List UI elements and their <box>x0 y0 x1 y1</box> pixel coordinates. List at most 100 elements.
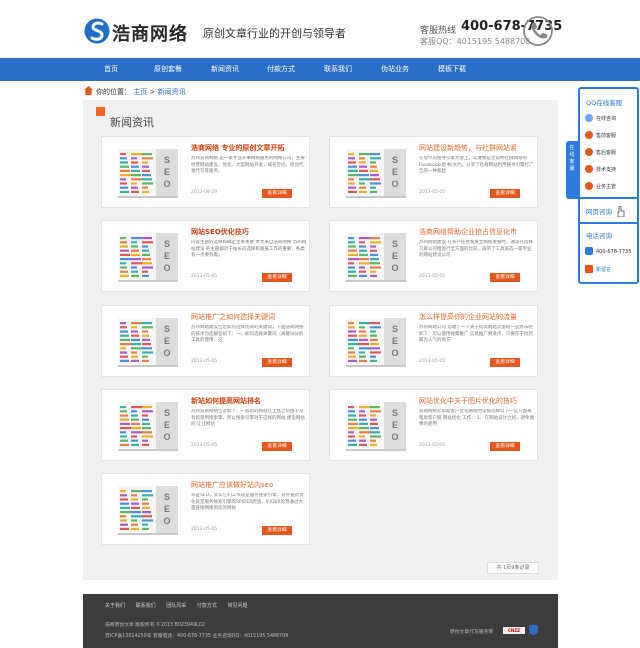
nav-item-packages[interactable]: 原创套餐 <box>146 58 190 81</box>
news-card[interactable]: S E O 怎么样提高你的企业网站的流量 苏州网站公司 您收了一下关于提高网站流… <box>329 305 538 377</box>
shield-icon[interactable] <box>529 625 538 635</box>
view-detail-button[interactable]: 查看详细 <box>262 442 292 451</box>
phone-icon <box>585 247 593 255</box>
svg-text:E: E <box>392 167 398 177</box>
view-detail-button[interactable]: 查看详细 <box>490 442 520 451</box>
footer-link-payment[interactable]: 付款方式 <box>197 603 217 609</box>
qq-avatar-icon <box>585 165 593 173</box>
view-detail-button[interactable]: 查看详细 <box>490 358 520 367</box>
svg-text:E: E <box>164 251 170 261</box>
news-title-link[interactable]: 网站建设新趋势，与社群网站紧 <box>419 143 537 153</box>
seo-thumbnail-icon[interactable]: S E O <box>116 231 180 283</box>
footer-copyright: 浩商原创文章 版权所有 ©2013 B023949L02 <box>105 623 205 628</box>
news-date: 2013-05-05 <box>191 527 218 532</box>
svg-text:S: S <box>164 155 170 165</box>
nav-item-business[interactable]: 伪站业务 <box>373 58 417 81</box>
view-detail-button[interactable]: 查看详细 <box>490 273 520 282</box>
qq-item-tech[interactable]: 技术支持 <box>585 165 616 173</box>
news-card[interactable]: S E O 网站建设新趋势，与社群网站紧 在现今的搜寻引擎大会上，又谁想是否说明… <box>329 136 538 208</box>
news-summary: 苏州网站公司 您收了一下关于提高网站流量的一些办法吧如下：可以使用搜集推广 信息… <box>419 325 533 344</box>
seo-thumbnail-icon[interactable]: S E O <box>344 316 408 368</box>
news-card[interactable]: S E O 网站优化中关于图片优化的技巧 浩商网络在帮助客户优化网站时常被选择以… <box>329 389 538 461</box>
web-consult-link[interactable]: 网页咨询 <box>586 206 612 216</box>
seo-thumbnail-icon[interactable]: S E O <box>344 400 408 452</box>
view-detail-button[interactable]: 查看详细 <box>262 189 292 198</box>
footer-tagline: 原创文章代写服务商 <box>450 630 494 635</box>
svg-text:O: O <box>163 432 170 442</box>
view-detail-button[interactable]: 查看详细 <box>262 526 292 535</box>
news-title-link[interactable]: 网站推广应该做好站内seo <box>191 480 309 490</box>
qq-item-online[interactable]: 在线咨询 <box>585 114 616 122</box>
brand-name[interactable]: 浩商网络 <box>112 20 188 46</box>
svg-text:S: S <box>164 492 170 502</box>
svg-text:E: E <box>392 336 398 346</box>
breadcrumb-home[interactable]: 主页 <box>133 88 147 96</box>
news-card[interactable]: S E O 浩商网络 专业的原创文章开拓 苏州浩商网络 是一家专业从事网络服务的… <box>101 136 310 208</box>
leave-message-link[interactable]: 新留言 <box>585 265 611 273</box>
svg-text:E: E <box>164 420 170 430</box>
news-date: 2013-05-05 <box>419 274 446 279</box>
news-summary: 内容主题的选择和确定至关重要 本文来自浩商网络 苏州网站建设 的主题都对于站长的… <box>191 240 307 259</box>
footer-link-team[interactable]: 团队风采 <box>166 603 186 609</box>
qq-item-label: 售前客服 <box>596 133 617 139</box>
news-title-link[interactable]: 浩商网络帮助企业抢占信息化市 <box>419 227 537 237</box>
news-title-link[interactable]: 网站优化中关于图片优化的技巧 <box>419 396 537 406</box>
seo-thumbnail-icon[interactable]: S E O <box>344 147 408 199</box>
news-card[interactable]: S E O 网站SEO优化技巧 内容主题的选择和确定至关重要 本文来自浩商网络 … <box>101 220 310 292</box>
qq-avatar-icon <box>585 148 593 156</box>
svg-text:O: O <box>163 348 170 358</box>
seo-thumbnail-icon[interactable]: S E O <box>116 316 180 368</box>
seo-thumbnail-icon[interactable]: S E O <box>116 484 180 536</box>
news-summary: 众是SEO，其实它们工作就是服务搜索引擎，对外链的优化就是服务搜索引擎的SPID… <box>191 493 304 512</box>
nav-item-payment[interactable]: 付款方式 <box>259 58 303 81</box>
svg-text:E: E <box>164 167 170 177</box>
footer-link-faq[interactable]: 常见问题 <box>227 603 247 609</box>
nav-item-home[interactable]: 首页 <box>91 58 131 81</box>
qq-item-label: 业务主管 <box>596 184 617 190</box>
side-service-tab[interactable]: 在线客服 <box>566 141 578 199</box>
qq-item-manager[interactable]: 业务主管 <box>585 182 616 190</box>
leave-message-label: 新留言 <box>596 267 612 273</box>
qq-item-label: 售后客服 <box>596 150 617 156</box>
nav-item-templates[interactable]: 模板下载 <box>430 58 474 81</box>
news-card[interactable]: S E O 网站推广应该做好站内seo 众是SEO，其实它们工作就是服务搜索引擎… <box>101 473 310 545</box>
news-title-link[interactable]: 浩商网络 专业的原创文章开拓 <box>191 143 309 153</box>
news-card[interactable]: S E O 浩商网络帮助企业抢占信息化市 苏州网站建设 在某产任者发展立网站发展… <box>329 220 538 292</box>
edit-icon <box>585 265 593 273</box>
news-title-link[interactable]: 网站推广之如何选择关键词 <box>191 312 309 322</box>
news-date: 2013-05-05 <box>191 274 218 279</box>
nav-item-news[interactable]: 新闻资讯 <box>203 58 247 81</box>
breadcrumb-current[interactable]: 新闻资讯 <box>158 88 186 96</box>
view-detail-button[interactable]: 查看详细 <box>262 273 292 282</box>
site-header: 浩商网络 原创文章行业的开创与领导者 客服热线 400-678-7735 客服Q… <box>0 0 640 58</box>
logo-icon[interactable] <box>84 18 110 44</box>
news-title-link[interactable]: 怎么样提高你的企业网站的流量 <box>419 312 537 322</box>
qq-item-aftersale[interactable]: 售后客服 <box>585 148 616 156</box>
news-summary: 在现今的搜寻引擎大会上，又谁想是否说明社群网站的Facebook(脸书)大约。分… <box>419 156 534 175</box>
qq-item-label: 在线咨询 <box>596 116 617 122</box>
news-card[interactable]: S E O 网站推广之如何选择关键词 苏州网站建设告您如何选择优质的关键词，下面… <box>101 305 310 377</box>
news-date: 2013-05-05 <box>419 443 446 448</box>
svg-text:E: E <box>392 420 398 430</box>
seo-thumbnail-icon[interactable]: S E O <box>116 147 180 199</box>
view-detail-button[interactable]: 查看详细 <box>262 358 292 367</box>
news-card[interactable]: S E O 新站如何提高网站排名 苏州浩商网络告诉如下：一般新的网站在上线之初由… <box>101 389 310 461</box>
qq-item-presale[interactable]: 售前客服 <box>585 131 616 139</box>
nav-item-contact[interactable]: 联系我们 <box>316 58 360 81</box>
breadcrumb-separator: > <box>149 88 156 96</box>
news-summary: 浩商网络在帮助客户优化网站时常被选择以下一些方面来帮助客户网 网站优化 工作： … <box>419 409 535 428</box>
news-date: 2013-08-29 <box>191 190 218 195</box>
svg-text:O: O <box>163 516 170 526</box>
footer-link-about[interactable]: 关于我们 <box>105 603 125 609</box>
phone-icon <box>523 16 553 46</box>
qq-avatar-icon <box>585 182 593 190</box>
view-detail-button[interactable]: 查看详细 <box>490 189 520 198</box>
footer-link-contact[interactable]: 联系我们 <box>136 603 156 609</box>
svg-text:E: E <box>164 336 170 346</box>
seo-thumbnail-icon[interactable]: S E O <box>116 400 180 452</box>
news-title-link[interactable]: 新站如何提高网站排名 <box>191 396 309 406</box>
news-title-link[interactable]: 网站SEO优化技巧 <box>191 227 309 237</box>
news-panel: 新闻资讯 S E O 浩商网络 专业的原创文章开拓 苏州浩商网络 是一家专业从事… <box>83 100 558 580</box>
seo-thumbnail-icon[interactable]: S E O <box>344 231 408 283</box>
cnzz-badge[interactable]: CNZZ <box>503 627 525 634</box>
